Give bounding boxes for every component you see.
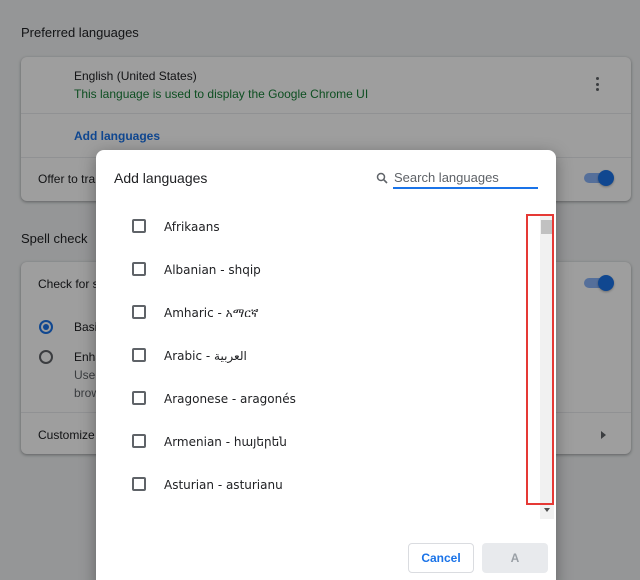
language-checkbox[interactable] bbox=[132, 391, 146, 405]
cancel-button[interactable]: Cancel bbox=[408, 543, 474, 573]
search-languages-input[interactable] bbox=[393, 167, 538, 189]
list-item[interactable]: Albanian - shqip bbox=[96, 248, 526, 291]
language-checkbox[interactable] bbox=[132, 434, 146, 448]
list-item[interactable]: Arabic - العربية bbox=[96, 334, 526, 377]
dialog-title: Add languages bbox=[114, 170, 208, 186]
language-checkbox[interactable] bbox=[132, 262, 146, 276]
language-checkbox[interactable] bbox=[132, 305, 146, 319]
list-item[interactable]: Amharic - አማርኛ bbox=[96, 291, 526, 334]
scrollbar-highlight-annotation bbox=[526, 214, 554, 505]
language-label: Armenian - հայերեն bbox=[164, 435, 287, 449]
language-label: Afrikaans bbox=[164, 220, 220, 234]
add-languages-dialog: Add languages Afrikaans Albanian - shqip… bbox=[96, 150, 556, 580]
language-label: Albanian - shqip bbox=[164, 263, 261, 277]
add-button[interactable]: A bbox=[482, 543, 548, 573]
language-checkbox[interactable] bbox=[132, 219, 146, 233]
search-icon bbox=[376, 172, 388, 184]
language-label: Aragonese - aragonés bbox=[164, 392, 296, 406]
language-label: Amharic - አማርኛ bbox=[164, 306, 259, 320]
list-item[interactable]: Armenian - հայերեն bbox=[96, 420, 526, 463]
scroll-down-arrow-icon[interactable] bbox=[544, 508, 550, 512]
language-label: Arabic - العربية bbox=[164, 349, 247, 363]
language-label: Asturian - asturianu bbox=[164, 478, 283, 492]
language-checkbox[interactable] bbox=[132, 477, 146, 491]
list-item[interactable]: Afrikaans bbox=[96, 205, 526, 248]
language-checkbox[interactable] bbox=[132, 348, 146, 362]
list-item[interactable]: Asturian - asturianu bbox=[96, 463, 526, 506]
list-item[interactable]: Aragonese - aragonés bbox=[96, 377, 526, 420]
